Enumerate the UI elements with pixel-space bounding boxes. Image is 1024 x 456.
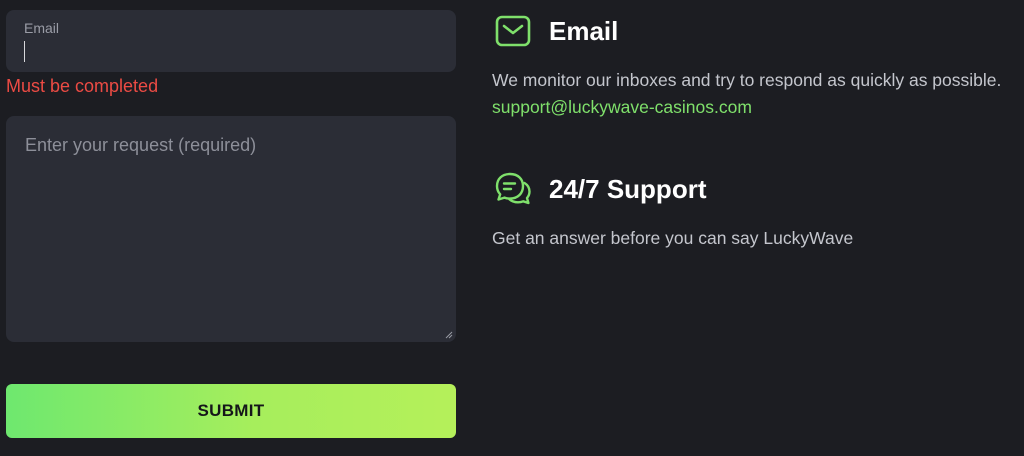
support-section-title: 24/7 Support (549, 174, 707, 204)
envelope-icon (495, 15, 531, 47)
text-cursor (24, 41, 25, 62)
contact-page: Email Must be completed Enter your reque… (0, 0, 1024, 456)
resize-handle-icon[interactable] (445, 331, 453, 339)
request-textarea[interactable]: Enter your request (required) (6, 116, 456, 342)
email-error-message: Must be completed (6, 76, 159, 96)
chat-bubbles-icon (495, 172, 531, 205)
submit-button-label: SUBMIT (197, 401, 265, 420)
email-section-title: Email (549, 16, 619, 46)
support-email-link[interactable]: support@luckywave-casinos.com (492, 97, 752, 118)
support-section-description: Get an answer before you can say LuckyWa… (492, 228, 854, 248)
email-field-label: Email (24, 20, 60, 36)
email-field[interactable]: Email (6, 10, 456, 72)
email-section-description: We monitor our inboxes and try to respon… (492, 70, 1002, 90)
request-placeholder: Enter your request (required) (25, 135, 257, 155)
submit-button[interactable]: SUBMIT (6, 384, 456, 438)
